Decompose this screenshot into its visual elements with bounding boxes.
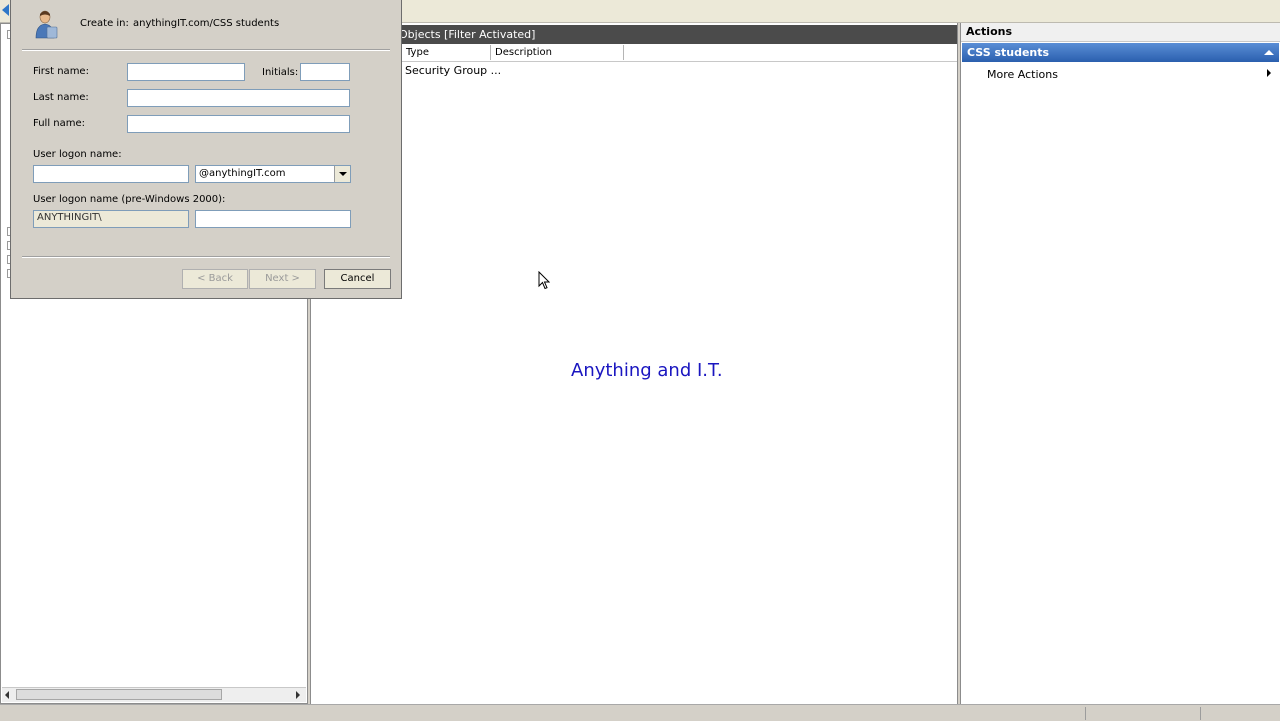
first-name-label: First name: (33, 66, 89, 77)
user-icon (35, 10, 58, 39)
status-divider (1085, 707, 1086, 720)
column-divider[interactable] (623, 45, 624, 60)
initials-field[interactable] (300, 63, 350, 81)
pre2000-domain-field: ANYTHINGIT\ (33, 210, 189, 228)
cancel-button[interactable]: Cancel (324, 269, 391, 289)
status-bar (0, 704, 1280, 721)
column-header-row: Type Description (311, 45, 957, 62)
watermark-text: Anything and I.T. (571, 360, 723, 381)
domain-suffix-select[interactable]: @anythingIT.com (195, 165, 351, 183)
full-name-label: Full name: (33, 118, 86, 129)
submenu-arrow-icon (1267, 69, 1271, 77)
scroll-right-icon[interactable] (296, 691, 300, 699)
actions-group-header[interactable]: CSS students (962, 43, 1279, 62)
actions-title-bar: Actions (961, 23, 1280, 42)
first-name-field[interactable] (127, 63, 245, 81)
initials-label: Initials: (262, 67, 299, 78)
horizontal-scrollbar[interactable] (2, 687, 306, 702)
collapse-icon[interactable] (1264, 50, 1274, 55)
logon-name-label: User logon name: (33, 149, 122, 160)
pre2000-logon-field[interactable] (195, 210, 351, 228)
separator (22, 49, 390, 51)
actions-group-label: CSS students (967, 46, 1050, 59)
results-title: Objects [Filter Activated] (399, 28, 536, 41)
more-actions-item[interactable]: More Actions (987, 68, 1058, 81)
column-divider[interactable] (490, 45, 491, 60)
column-header-type[interactable]: Type (406, 47, 429, 58)
back-button[interactable]: < Back (182, 269, 248, 289)
actions-pane: Actions CSS students More Actions (960, 23, 1280, 704)
scrollbar-thumb[interactable] (16, 689, 222, 700)
next-button[interactable]: Next > (249, 269, 316, 289)
separator (22, 256, 390, 258)
list-item-type[interactable]: Security Group ... (405, 64, 501, 77)
chevron-down-icon (339, 172, 347, 176)
pre2000-logon-label: User logon name (pre-Windows 2000): (33, 194, 226, 205)
create-in-path: anythingIT.com/CSS students (133, 18, 280, 29)
status-divider (1200, 707, 1201, 720)
column-header-description[interactable]: Description (495, 47, 552, 58)
new-user-dialog: Create in: anythingIT.com/CSS students F… (10, 0, 402, 299)
scroll-left-icon[interactable] (5, 691, 9, 699)
last-name-label: Last name: (33, 92, 89, 103)
actions-title: Actions (966, 25, 1012, 38)
last-name-field[interactable] (127, 89, 350, 107)
mouse-cursor-icon (538, 271, 550, 290)
create-in-label: Create in: (80, 18, 129, 29)
full-name-field[interactable] (127, 115, 350, 133)
results-header: Objects [Filter Activated] (311, 25, 957, 44)
dropdown-button[interactable] (334, 166, 350, 182)
back-arrow-icon[interactable] (2, 4, 9, 16)
domain-suffix-value: @anythingIT.com (199, 168, 286, 179)
results-pane: Objects [Filter Activated] Type Descript… (310, 23, 958, 704)
logon-name-field[interactable] (33, 165, 189, 183)
